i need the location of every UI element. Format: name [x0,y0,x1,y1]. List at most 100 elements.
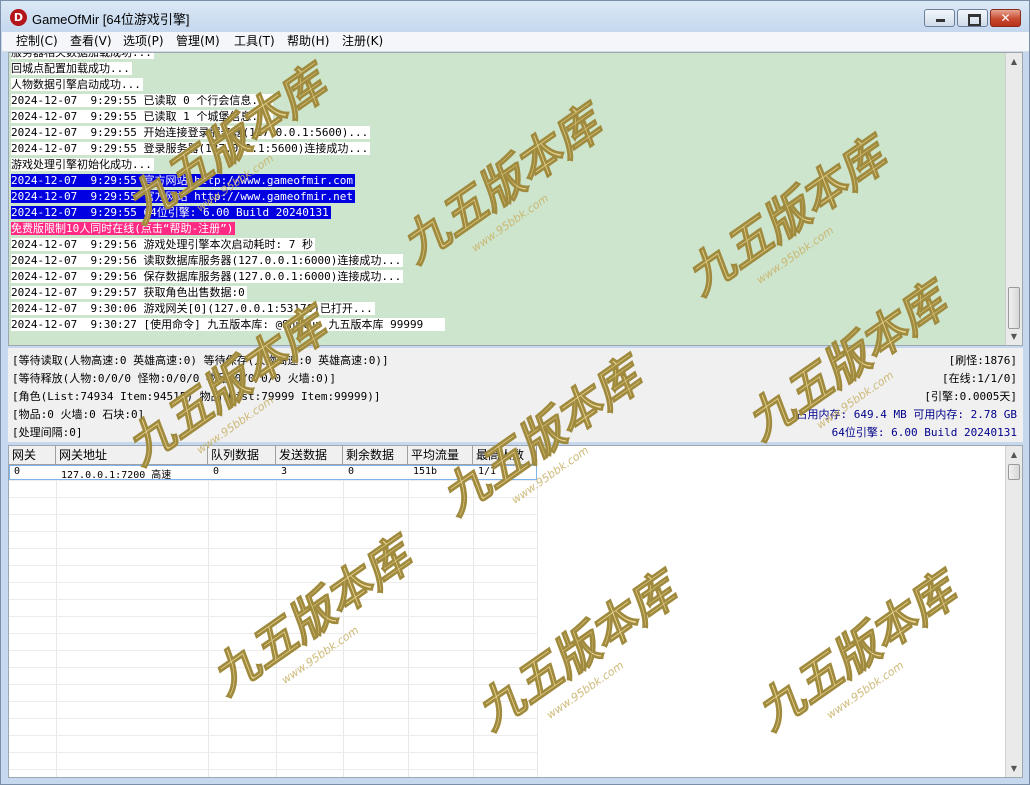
log-line-text: 2024-12-07 9:29:55 已读取 1 个城堡信息... [11,110,274,123]
cell-avg-traffic: 151b [413,466,438,477]
log-scrollbar[interactable]: ▲ ▼ [1005,53,1022,345]
grid-row-line [9,531,537,532]
grid-row-line [9,752,537,753]
menu-register[interactable]: 注册(K) [342,33,383,50]
log-line: 2024-12-07 9:29:56 读取数据库服务器(127.0.0.1:60… [11,252,1006,268]
status-wait-read: [等待读取(人物高速:0 英雄高速:0) 等待保存(人物高速:0 英雄高速:0)… [12,354,389,367]
grid-scrollbar[interactable]: ▲ ▼ [1005,446,1022,777]
grid-scroll-up-icon[interactable]: ▲ [1006,446,1022,463]
scroll-up-icon[interactable]: ▲ [1006,53,1022,70]
close-icon: ✕ [1000,11,1011,25]
log-line: 2024-12-07 9:29:55 已读取 1 个城堡信息... [11,108,1006,124]
status-panel: [等待读取(人物高速:0 英雄高速:0) 等待保存(人物高速:0 英雄高速:0)… [8,348,1023,442]
grid-row-line [9,684,537,685]
log-panel[interactable]: 服务器相关数据加载成功... 回城点配置加载成功... 人物数据引擎启动成功... 2… [8,52,1023,346]
grid-column-line [537,481,538,777]
cell-gateway: 0 [14,466,21,477]
maximize-button[interactable] [957,9,988,27]
log-line: 2024-12-07 9:29:56 游戏处理引擎本次启动耗时: 7 秒 [11,236,1006,252]
log-line: 2024-12-07 9:29:56 保存数据库服务器(127.0.0.1:60… [11,268,1006,284]
status-engine-time: [引擎:0.0005天] [924,390,1017,403]
log-line-text: 2024-12-07 9:29:55 64位引擎: 6.00 Build 202… [11,206,331,219]
log-line-text: 回城点配置加载成功... [11,62,132,75]
grid-row-line [9,633,537,634]
minimize-icon [925,10,954,26]
status-refresh: [刷怪:1876] [948,354,1017,367]
menu-control[interactable]: 控制(C) [16,33,58,50]
grid-row-line [9,497,537,498]
scroll-down-icon[interactable]: ▼ [1006,328,1022,345]
log-line-text: 2024-12-07 9:29:56 读取数据库服务器(127.0.0.1:60… [11,254,404,267]
col-header-max-users[interactable]: 最高人数 [473,446,537,464]
status-wait-release: [等待释放(人物:0/0/0 怪物:0/0/0 物品:0/0/0/0 火墙:0)… [12,372,337,385]
scroll-thumb[interactable] [1008,287,1020,329]
menu-view[interactable]: 查看(V) [70,33,112,50]
col-header-remaining[interactable]: 剩余数据 [343,446,408,464]
log-line-text: 2024-12-07 9:29:55 官方网站 http://www.gameo… [11,174,356,187]
menu-bar: 控制(C) 查看(V) 选项(P) 管理(M) 工具(T) 帮助(H) 注册(K… [2,32,1029,52]
close-button[interactable]: ✕ [990,9,1021,27]
log-lines: 服务器相关数据加载成功... 回城点配置加载成功... 人物数据引擎启动成功... 2… [11,53,1006,332]
log-line-text: 2024-12-07 9:29:56 保存数据库服务器(127.0.0.1:60… [11,270,404,283]
cell-remaining: 0 [348,466,355,477]
log-line-text: 2024-12-07 9:29:55 登录服务器(127.0.0.1:5600)… [11,142,371,155]
grid-row-line [9,565,537,566]
grid-column-line [276,481,277,777]
log-line-text: 2024-12-07 9:30:27 [使用命令] 九五版本库: @Shutup… [11,318,446,331]
status-interval: [处理间隔:0] [12,426,83,439]
col-header-sent[interactable]: 发送数据 [276,446,343,464]
log-line-text: 2024-12-07 9:29:55 已读取 0 个行会信息... [11,94,274,107]
table-row[interactable]: 0 127.0.0.1:7200 高速 0 3 0 151b 1/1 [9,465,537,481]
grid-row-line [9,616,537,617]
grid-column-line [473,481,474,777]
minimize-button[interactable] [924,9,955,27]
log-line-text: 2024-12-07 9:30:06 游戏网关[0](127.0.0.1:531… [11,302,375,315]
log-line: 2024-12-07 9:29:55 登录服务器(127.0.0.1:5600)… [11,140,1006,156]
status-items: [物品:0 火墙:0 石块:0] [12,408,145,421]
grid-row-line [9,599,537,600]
log-line: 2024-12-07 9:30:06 游戏网关[0](127.0.0.1:531… [11,300,1006,316]
menu-manage[interactable]: 管理(M) [176,33,220,50]
col-header-avg-traffic[interactable]: 平均流量 [408,446,473,464]
log-line-text: 2024-12-07 9:29:55 开始连接登录服务器(127.0.0.1:5… [11,126,371,139]
grid-row-line [9,718,537,719]
app-icon[interactable]: D [10,9,27,26]
log-line-text: 2024-12-07 9:29:55 官方网站 http://www.gameo… [11,190,356,203]
maximize-icon [958,10,987,26]
grid-row-line [9,735,537,736]
grid-scroll-thumb[interactable] [1008,464,1020,480]
menu-options[interactable]: 选项(P) [123,33,164,50]
menu-help[interactable]: 帮助(H) [287,33,329,50]
log-line: 回城点配置加载成功... [11,60,1006,76]
log-line: 2024-12-07 9:29:57 获取角色出售数据:0 [11,284,1006,300]
log-line: 2024-12-07 9:30:27 [使用命令] 九五版本库: @Shutup… [11,316,1006,332]
log-line: 2024-12-07 9:29:55 开始连接登录服务器(127.0.0.1:5… [11,124,1006,140]
log-line: 2024-12-07 9:29:55 官方网站 http://www.gameo… [11,188,1006,204]
grid-header: 网关 网关地址 队列数据 发送数据 剩余数据 平均流量 最高人数 [9,446,537,465]
col-header-queue[interactable]: 队列数据 [208,446,276,464]
cell-address: 127.0.0.1:7200 高速 [61,470,172,481]
log-line: 免费版限制10人同时在线(点击“帮助-注册”) [11,220,1006,236]
col-header-address[interactable]: 网关地址 [56,446,208,464]
log-line: 2024-12-07 9:29:55 官方网站 http://www.gameo… [11,172,1006,188]
grid-column-line [56,481,57,777]
grid-column-line [208,481,209,777]
status-online: [在线:1/1/0] [942,372,1017,385]
log-line: 2024-12-07 9:29:55 64位引擎: 6.00 Build 202… [11,204,1006,220]
title-bar[interactable]: D GameOfMir [64位游戏引擎] ✕ [1,1,1029,32]
cell-max-users: 1/1 [478,466,497,477]
col-header-gateway[interactable]: 网关 [9,446,56,464]
grid-column-line [408,481,409,777]
menu-tools[interactable]: 工具(T) [234,33,275,50]
log-line-text: 免费版限制10人同时在线(点击“帮助-注册”) [11,222,236,235]
log-line-text: 2024-12-07 9:29:57 获取角色出售数据:0 [11,286,247,299]
grid-row-line [9,650,537,651]
gateway-grid[interactable]: 网关 网关地址 队列数据 发送数据 剩余数据 平均流量 最高人数 0 127.0… [8,445,1023,778]
grid-row-line [9,514,537,515]
grid-row-line [9,769,537,770]
log-line-text: 2024-12-07 9:29:56 游戏处理引擎本次启动耗时: 7 秒 [11,238,315,251]
grid-row-line [9,667,537,668]
grid-row-line [9,548,537,549]
grid-scroll-down-icon[interactable]: ▼ [1006,760,1022,777]
window-title: GameOfMir [64位游戏引擎] [32,12,190,27]
